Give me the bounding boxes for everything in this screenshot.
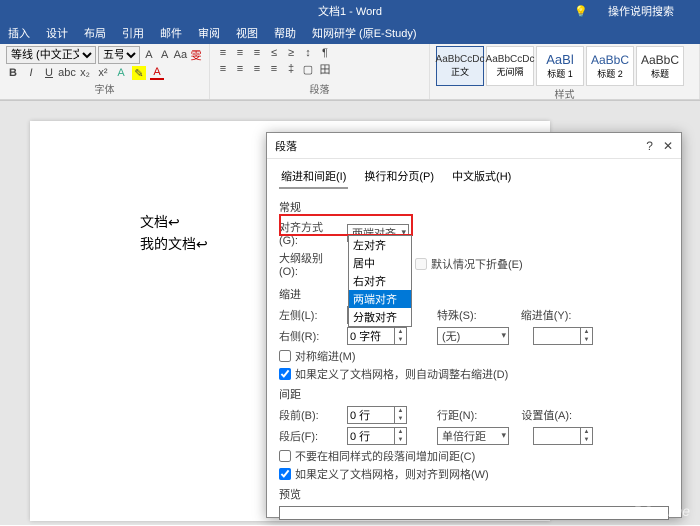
ribbon: 等线 (中文正文) 五号 A A Aa 雯 B I U abc x₂ x² A … bbox=[0, 44, 700, 100]
grid-indent-checkbox[interactable]: 如果定义了文档网格，则自动调整右缩进(D) bbox=[279, 366, 669, 382]
outline-label: 大纲级别(O): bbox=[279, 250, 341, 278]
phonetic-icon[interactable]: 雯 bbox=[189, 48, 203, 62]
shading-icon[interactable]: ▢ bbox=[301, 62, 315, 76]
special-label: 特殊(S): bbox=[437, 307, 477, 323]
dialog-close-icon[interactable]: ✕ bbox=[663, 139, 673, 153]
dialog-help-icon[interactable]: ? bbox=[646, 139, 653, 153]
decrease-indent-icon[interactable]: ≤ bbox=[267, 46, 281, 60]
dlg-tab-chinese[interactable]: 中文版式(H) bbox=[450, 165, 513, 189]
line-spacing-icon[interactable]: ‡ bbox=[284, 62, 298, 76]
before-label: 段前(B): bbox=[279, 407, 341, 423]
dlg-tab-pagebreak[interactable]: 换行和分页(P) bbox=[362, 165, 436, 189]
after-label: 段后(F): bbox=[279, 428, 341, 444]
align-option-justify[interactable]: 两端对齐 bbox=[349, 290, 411, 308]
highlight-icon[interactable]: ✎ bbox=[132, 66, 146, 80]
special-select[interactable]: (无)▾ bbox=[437, 327, 509, 345]
tab-cnki[interactable]: 知网研学 (原E-Study) bbox=[304, 25, 425, 41]
section-general: 常规 bbox=[279, 199, 669, 215]
dialog-body: 常规 对齐方式(G): 两端对齐▾ 大纲级别(O): 默认情况下折叠(E) 缩进… bbox=[267, 189, 681, 526]
align-label: 对齐方式(G): bbox=[279, 219, 341, 247]
indent-val-spin[interactable]: ▲▼ bbox=[533, 327, 593, 345]
tell-me[interactable]: 💡操作说明搜索 bbox=[558, 3, 690, 19]
italic-icon[interactable]: I bbox=[24, 66, 38, 80]
para-group-label: 段落 bbox=[216, 81, 423, 97]
watermark: PConline bbox=[633, 503, 690, 519]
subscript-icon[interactable]: x₂ bbox=[78, 66, 92, 80]
underline-icon[interactable]: U bbox=[42, 66, 56, 80]
preview-box bbox=[279, 506, 669, 520]
tab-insert[interactable]: 插入 bbox=[0, 25, 38, 41]
paragraph-dialog: 段落 ? ✕ 缩进和间距(I) 换行和分页(P) 中文版式(H) 常规 对齐方式… bbox=[266, 132, 682, 518]
dialog-titlebar: 段落 ? ✕ bbox=[267, 133, 681, 159]
nosamespace-checkbox[interactable]: 不要在相同样式的段落间增加间距(C) bbox=[279, 448, 669, 464]
number-list-icon[interactable]: ≡ bbox=[233, 46, 247, 60]
increase-indent-icon[interactable]: ≥ bbox=[284, 46, 298, 60]
setval-spin[interactable]: ▲▼ bbox=[533, 427, 593, 445]
style-heading1[interactable]: AaBl标题 1 bbox=[536, 46, 584, 86]
change-case-icon[interactable]: Aa bbox=[174, 48, 188, 62]
linespace-label: 行距(N): bbox=[437, 407, 477, 423]
multilevel-icon[interactable]: ≡ bbox=[250, 46, 264, 60]
left-indent-label: 左侧(L): bbox=[279, 307, 341, 323]
bulb-icon: 💡 bbox=[566, 6, 596, 18]
grid-align-checkbox[interactable]: 如果定义了文档网格，则对齐到网格(W) bbox=[279, 466, 669, 482]
indent-val-label: 缩进值(Y): bbox=[521, 307, 572, 323]
align-option-center[interactable]: 居中 bbox=[349, 254, 411, 272]
align-center-icon[interactable]: ≡ bbox=[233, 62, 247, 76]
after-spin[interactable]: ▲▼ bbox=[347, 427, 407, 445]
ribbon-group-font: 等线 (中文正文) 五号 A A Aa 雯 B I U abc x₂ x² A … bbox=[0, 44, 210, 99]
show-marks-icon[interactable]: ¶ bbox=[318, 46, 332, 60]
style-heading2[interactable]: AaBbC标题 2 bbox=[586, 46, 634, 86]
decrease-font-icon[interactable]: A bbox=[158, 48, 172, 62]
section-indent: 缩进 bbox=[279, 286, 669, 302]
dialog-tabs: 缩进和间距(I) 换行和分页(P) 中文版式(H) bbox=[267, 159, 681, 189]
font-group-label: 字体 bbox=[6, 81, 203, 97]
collapse-checkbox[interactable]: 默认情况下折叠(E) bbox=[415, 256, 523, 272]
align-right-icon[interactable]: ≡ bbox=[250, 62, 264, 76]
setval-label: 设置值(A): bbox=[521, 407, 572, 423]
tab-help[interactable]: 帮助 bbox=[266, 25, 304, 41]
tab-references[interactable]: 引用 bbox=[114, 25, 152, 41]
tab-design[interactable]: 设计 bbox=[38, 25, 76, 41]
font-name-select[interactable]: 等线 (中文正文) bbox=[6, 46, 96, 64]
sort-icon[interactable]: ↕ bbox=[301, 46, 315, 60]
mirror-checkbox[interactable]: 对称缩进(M) bbox=[279, 348, 669, 364]
tab-mail[interactable]: 邮件 bbox=[152, 25, 190, 41]
section-preview: 预览 bbox=[279, 486, 669, 502]
tab-review[interactable]: 审阅 bbox=[190, 25, 228, 41]
style-nospacing[interactable]: AaBbCcDc无间隔 bbox=[486, 46, 534, 86]
ribbon-group-styles: AaBbCcDc正文 AaBbCcDc无间隔 AaBl标题 1 AaBbC标题 … bbox=[430, 44, 700, 99]
section-spacing: 间距 bbox=[279, 386, 669, 402]
dlg-tab-indent[interactable]: 缩进和间距(I) bbox=[279, 165, 348, 189]
text-effects-icon[interactable]: A bbox=[114, 66, 128, 80]
font-color-icon[interactable]: A bbox=[150, 66, 164, 80]
strike-icon[interactable]: abc bbox=[60, 66, 74, 80]
bold-icon[interactable]: B bbox=[6, 66, 20, 80]
before-spin[interactable]: ▲▼ bbox=[347, 406, 407, 424]
superscript-icon[interactable]: x² bbox=[96, 66, 110, 80]
style-normal[interactable]: AaBbCcDc正文 bbox=[436, 46, 484, 86]
align-option-right[interactable]: 右对齐 bbox=[349, 272, 411, 290]
increase-font-icon[interactable]: A bbox=[142, 48, 156, 62]
borders-icon[interactable]: 田 bbox=[318, 62, 332, 76]
window-title: 文档1 - Word bbox=[318, 3, 382, 19]
bullet-list-icon[interactable]: ≡ bbox=[216, 46, 230, 60]
dialog-title: 段落 bbox=[275, 138, 297, 154]
justify-icon[interactable]: ≡ bbox=[267, 62, 281, 76]
align-dropdown: 左对齐 居中 右对齐 两端对齐 分散对齐 bbox=[348, 235, 412, 327]
tab-layout[interactable]: 布局 bbox=[76, 25, 114, 41]
right-indent-spin[interactable]: ▲▼ bbox=[347, 327, 407, 345]
align-left-icon[interactable]: ≡ bbox=[216, 62, 230, 76]
ribbon-tabs: 插入 设计 布局 引用 邮件 审阅 视图 帮助 知网研学 (原E-Study) … bbox=[0, 22, 700, 44]
right-indent-label: 右侧(R): bbox=[279, 328, 341, 344]
ribbon-group-paragraph: ≡ ≡ ≡ ≤ ≥ ↕ ¶ ≡ ≡ ≡ ≡ ‡ ▢ 田 段落 bbox=[210, 44, 430, 99]
font-size-select[interactable]: 五号 bbox=[98, 46, 140, 64]
tab-view[interactable]: 视图 bbox=[228, 25, 266, 41]
align-option-distribute[interactable]: 分散对齐 bbox=[349, 308, 411, 326]
align-option-left[interactable]: 左对齐 bbox=[349, 236, 411, 254]
style-title[interactable]: AaBbC标题 bbox=[636, 46, 684, 86]
linespace-select[interactable]: 单倍行距▾ bbox=[437, 427, 509, 445]
